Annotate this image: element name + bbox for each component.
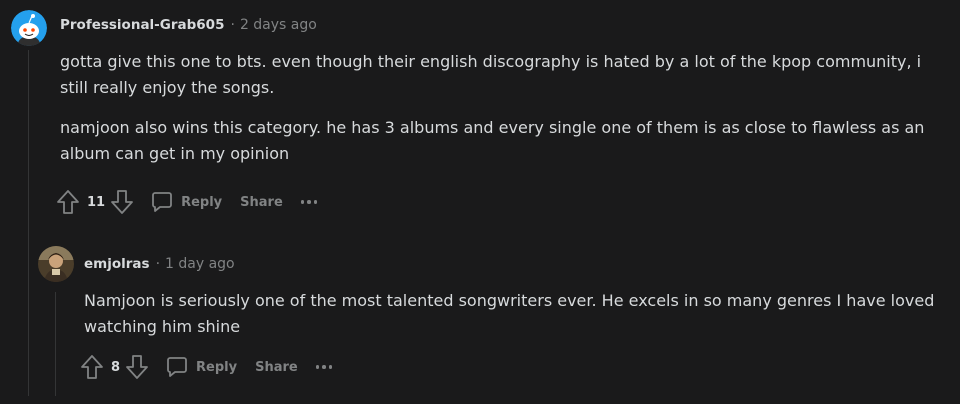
vote-score: 8 (111, 359, 121, 375)
reply-button[interactable]: Reply (165, 355, 237, 379)
thread-line[interactable] (28, 50, 29, 396)
share-button[interactable]: Share (255, 360, 298, 375)
reply-label: Reply (196, 359, 238, 375)
timestamp[interactable]: 1 day ago (165, 256, 235, 272)
comment-bubble-icon (152, 192, 172, 212)
comment-actions: 8 Reply Share (80, 353, 333, 381)
snoo-avatar-icon (11, 10, 47, 46)
comment-meta: Professional-Grab605 · 2 days ago (60, 17, 317, 33)
comment-meta: emjolras · 1 day ago (84, 256, 235, 272)
meta-separator: · (155, 256, 161, 272)
share-label: Share (255, 359, 298, 375)
thread-line[interactable] (55, 292, 56, 396)
author-name[interactable]: emjolras (84, 256, 150, 272)
share-button[interactable]: Share (240, 195, 283, 210)
downvote-arrow-icon (111, 190, 133, 214)
upvote-button[interactable] (80, 354, 104, 380)
comment-paragraph: namjoon also wins this category. he has … (60, 118, 925, 163)
downvote-button[interactable] (110, 189, 134, 215)
comment-paragraph: Namjoon is seriously one of the most tal… (84, 291, 935, 336)
upvote-arrow-icon (81, 355, 103, 379)
meta-separator: · (230, 17, 235, 33)
downvote-button[interactable] (125, 354, 149, 380)
more-dots-icon (300, 200, 305, 204)
comment-paragraph: gotta give this one to bts. even though … (60, 52, 922, 97)
comment-bubble-icon (167, 357, 187, 377)
share-label: Share (240, 194, 283, 210)
more-options-button[interactable] (300, 200, 318, 204)
more-options-button[interactable] (315, 365, 333, 369)
avatar[interactable] (38, 246, 74, 282)
comment-body: gotta give this one to bts. even though … (60, 49, 950, 181)
upvote-arrow-icon (57, 190, 79, 214)
upvote-button[interactable] (56, 189, 80, 215)
timestamp[interactable]: 2 days ago (240, 17, 317, 33)
reply-button[interactable]: Reply (150, 190, 222, 214)
avatar[interactable] (11, 10, 47, 46)
user-photo-avatar-icon (38, 246, 74, 282)
downvote-arrow-icon (126, 355, 148, 379)
more-dots-icon (315, 365, 320, 369)
vote-score: 11 (87, 194, 106, 210)
comment-body: Namjoon is seriously one of the most tal… (84, 288, 944, 354)
comment-thread: Professional-Grab605 · 2 days ago gotta … (0, 0, 960, 404)
author-name[interactable]: Professional-Grab605 (60, 17, 224, 33)
reply-label: Reply (181, 194, 223, 210)
comment-actions: 11 Reply Share (56, 188, 318, 216)
